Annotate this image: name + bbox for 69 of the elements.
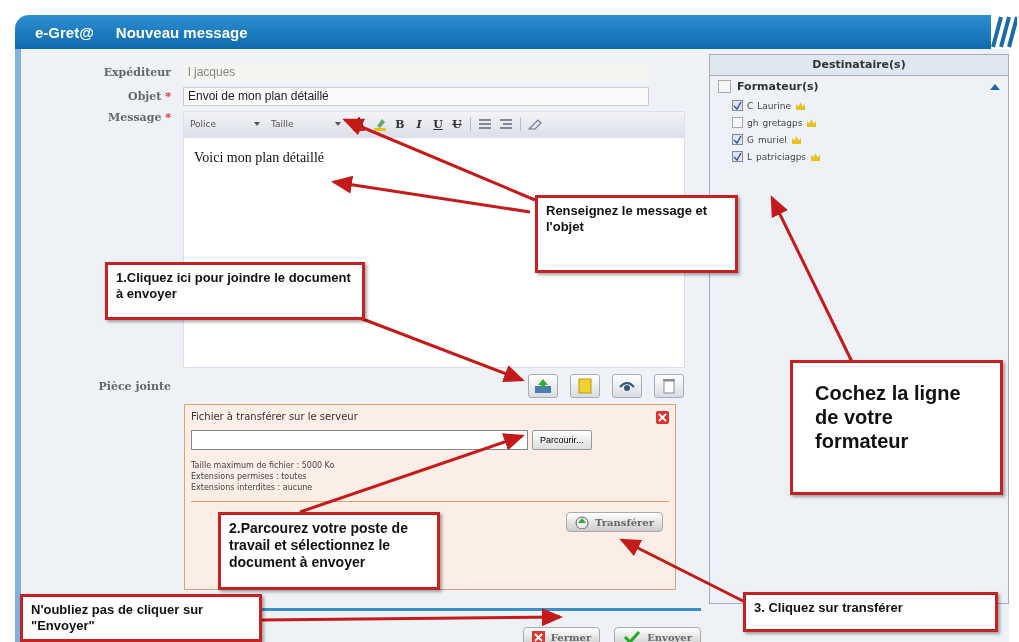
recipient-name: L (747, 151, 752, 162)
field-label: Message * (107, 111, 172, 124)
sender-field: l jacques (183, 63, 649, 82)
list-icon[interactable] (478, 118, 492, 130)
recipient-name: muriel (758, 134, 787, 145)
format-button[interactable]: U (432, 117, 444, 131)
stripes-logo-icon (991, 16, 1017, 48)
field-label: Pièce jointe (97, 379, 172, 393)
toolbar-dropdown[interactable]: Police (190, 119, 264, 129)
upload-info-text: Extensions permises : toutes (191, 471, 308, 482)
recipient-name: Laurine (757, 100, 791, 111)
format-button[interactable]: B (394, 117, 406, 131)
eye-icon (619, 379, 635, 393)
checkbox[interactable] (732, 117, 743, 128)
file-input[interactable] (191, 430, 528, 450)
close-icon[interactable] (656, 411, 669, 424)
caret-icon (335, 122, 341, 126)
trash-icon (662, 378, 676, 394)
panel-title: Destinataire(s) (710, 55, 1008, 76)
group-label: Formateur(s) (737, 80, 819, 93)
annotation-callout: 1.Cliquez ici pour joindre le document à envoyer (105, 262, 365, 320)
format-button[interactable]: I (413, 117, 425, 131)
send-button[interactable]: Envoyer (614, 627, 701, 642)
checkbox[interactable] (732, 134, 743, 145)
crown-icon (790, 134, 802, 145)
caret-icon[interactable] (990, 83, 1000, 90)
document-button[interactable] (570, 374, 600, 398)
browse-button[interactable]: Parcourir... (532, 430, 592, 450)
transfer-button[interactable]: Transférer (566, 512, 663, 532)
recipient-name: gretagps (762, 117, 803, 128)
annotation-callout: Renseignez le message et l'objet (535, 195, 738, 273)
crown-icon (795, 100, 806, 111)
eraser-icon[interactable] (528, 118, 542, 130)
upload-button[interactable] (528, 374, 558, 398)
subject-field[interactable]: Envoi de mon plan détaillé (183, 87, 649, 106)
close-button[interactable]: Fermer (522, 627, 601, 642)
upload-title: Fichier à transférer sur le serveur (191, 411, 358, 424)
annotation-callout: N'oubliez pas de cliquer sur "Envoyer" (20, 594, 262, 642)
delete-button[interactable] (654, 374, 684, 398)
checkbox[interactable] (732, 151, 743, 162)
app-brand: e-Gret@ (35, 23, 94, 41)
recipient-name: G (747, 134, 754, 145)
caret-icon (254, 122, 260, 126)
document-icon (578, 378, 592, 394)
recipient-name: patriciagps (756, 151, 807, 162)
annotation-callout: Cochez la ligne de votre formateur (790, 360, 1003, 495)
view-button[interactable] (612, 374, 642, 398)
close-icon (531, 630, 545, 642)
field-label: Expéditeur (102, 66, 173, 79)
check-icon (623, 630, 642, 642)
checkbox[interactable] (718, 80, 731, 93)
field-label: Objet * (127, 90, 172, 103)
checkbox[interactable] (732, 100, 743, 111)
crown-icon (806, 117, 818, 128)
recipient-name: C (747, 100, 754, 111)
upload-info-text: Extensions interdites : aucune (191, 482, 314, 493)
annotation-callout: 3. Cliquez sur transférer (743, 592, 998, 632)
upload-icon (534, 378, 552, 394)
crown-icon (810, 151, 822, 162)
upload-info-text: Taille maximum de fichier : 5000 Ko (191, 460, 336, 471)
upload-icon (575, 515, 590, 529)
list-icon[interactable] (499, 118, 513, 130)
annotation-callout: 2.Parcourez votre poste de travail et sélectionnez le document à envoyer (218, 512, 440, 590)
format-button[interactable]: U (451, 117, 463, 131)
message-text: Voici mon plan détaillé (194, 150, 324, 165)
highlight-icon[interactable] (373, 117, 387, 131)
toolbar-dropdown[interactable]: Taille (271, 119, 345, 129)
recipient-name: gh (747, 117, 759, 128)
window-title: Nouveau message (115, 23, 248, 41)
